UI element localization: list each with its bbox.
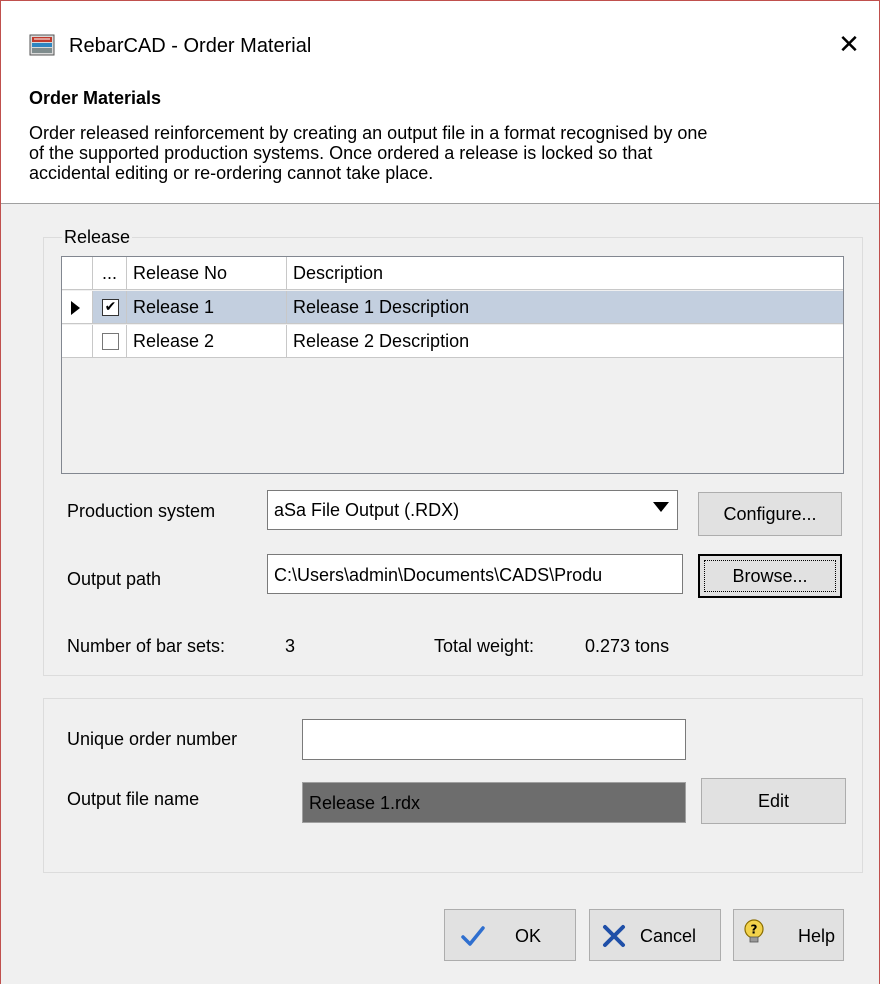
bar-sets-label: Number of bar sets: [67,636,226,656]
output-path-label: Output path [67,569,162,589]
total-weight-label: Total weight: [434,636,535,656]
row-checkbox[interactable]: ✔ [102,299,119,316]
production-system-value: aSa File Output (.RDX) [274,500,460,520]
header-description: Order released reinforcement by creating… [29,123,708,183]
production-system-label: Production system [67,501,216,521]
help-bulb-icon: ? [744,919,764,943]
total-weight-value: 0.273 tons [585,636,670,656]
svg-text:?: ? [751,923,758,937]
configure-button[interactable]: Configure... [698,492,842,536]
header-panel: Order Materials Order released reinforce… [1,79,879,204]
output-path-value: C:\Users\admin\Documents\CADS\Produ [274,565,603,585]
close-icon: ✕ [838,30,860,60]
grid-header-select[interactable]: ... [93,257,127,290]
x-icon [603,925,625,947]
cancel-button-label: Cancel [640,926,697,946]
edit-button[interactable]: Edit [701,778,846,824]
bar-sets-value: 3 [285,636,296,656]
ok-button[interactable]: OK [444,909,576,961]
close-button[interactable]: ✕ [831,27,867,63]
table-row[interactable]: Release 2 Release 2 Description [62,325,843,359]
description-cell[interactable]: Release 2 Description [287,325,843,358]
order-number-label: Unique order number [67,729,238,749]
row-indicator [62,325,93,358]
release-no-cell[interactable]: Release 1 [127,291,287,324]
row-checkbox[interactable] [102,333,119,350]
grid-header-description[interactable]: Description [287,257,843,290]
help-button[interactable]: ? Help [733,909,844,961]
row-indicator [62,291,93,324]
window-title: RebarCAD - Order Material [69,35,312,57]
row-select-cell[interactable]: ✔ [93,291,127,324]
order-material-dialog: RebarCAD - Order Material ✕ Order Materi… [0,0,880,984]
output-file-value: Release 1.rdx [309,793,421,813]
release-no-cell[interactable]: Release 2 [127,325,287,358]
release-grid[interactable]: ... Release No Description ✔ Release 1 R… [61,256,844,474]
header-title: Order Materials [29,88,162,108]
current-row-arrow-icon [71,301,80,315]
edit-button-label: Edit [757,791,790,811]
title-bar: RebarCAD - Order Material ✕ [1,1,879,79]
grid-header-corner [62,257,93,290]
cancel-button[interactable]: Cancel [589,909,721,961]
help-button-label: Help [798,926,836,946]
checkmark-icon [461,926,485,946]
row-select-cell[interactable] [93,325,127,358]
ok-button-label: OK [515,926,542,946]
browse-button[interactable]: Browse... [698,554,842,598]
chevron-down-icon[interactable] [653,502,669,512]
release-group-legend: Release [62,227,133,247]
production-system-select[interactable]: aSa File Output (.RDX) [267,490,678,530]
rebarcad-app-icon [29,34,55,56]
output-file-field: Release 1.rdx [302,782,686,823]
grid-header-release-no[interactable]: Release No [127,257,287,290]
output-file-label: Output file name [67,789,200,809]
configure-button-label: Configure... [723,504,817,524]
output-path-field[interactable]: C:\Users\admin\Documents\CADS\Produ [267,554,683,594]
description-cell[interactable]: Release 1 Description [287,291,843,324]
grid-header-row: ... Release No Description [62,257,843,291]
browse-button-label: Browse... [732,566,808,586]
table-row[interactable]: ✔ Release 1 Release 1 Description [62,291,843,325]
order-number-input[interactable] [302,719,686,760]
